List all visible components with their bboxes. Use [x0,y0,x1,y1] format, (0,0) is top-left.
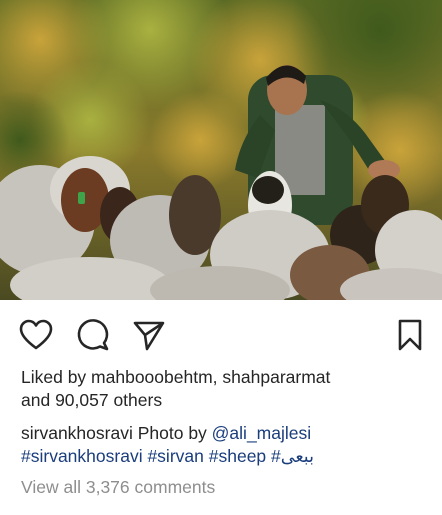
liker-username[interactable]: shahpararmat [222,367,330,387]
caption-text: Photo by [132,423,212,443]
likes-prefix: Liked by [21,367,92,387]
hashtag[interactable]: #sheep [209,446,266,466]
hashtag[interactable]: #ببعی [271,446,314,466]
hashtag[interactable]: #sirvankhosravi [21,446,143,466]
caption-username[interactable]: sirvankhosravi [21,423,133,443]
post-photo-illustration [0,0,442,300]
post-meta: Liked by mahbooobehtm, shahpararmat and … [21,366,431,499]
post-action-bar [0,300,442,366]
post-photo[interactable] [0,0,442,300]
likes-and-word: and [21,390,56,410]
paper-plane-icon[interactable] [131,317,167,353]
likes-summary[interactable]: Liked by mahbooobehtm, shahpararmat and … [21,366,431,412]
likes-count[interactable]: 90,057 others [55,390,162,410]
likes-separator: , [212,367,223,387]
view-comments-link[interactable]: View all 3,376 comments [21,476,431,499]
bookmark-icon[interactable] [392,317,428,353]
hashtag[interactable]: #sirvan [147,446,203,466]
liker-username[interactable]: mahbooobehtm [91,367,213,387]
post-caption: sirvankhosravi Photo by @ali_majlesi #si… [21,422,431,468]
heart-outline-icon[interactable] [18,317,54,353]
caption-mention[interactable]: @ali_majlesi [212,423,311,443]
speech-bubble-icon[interactable] [75,317,111,353]
